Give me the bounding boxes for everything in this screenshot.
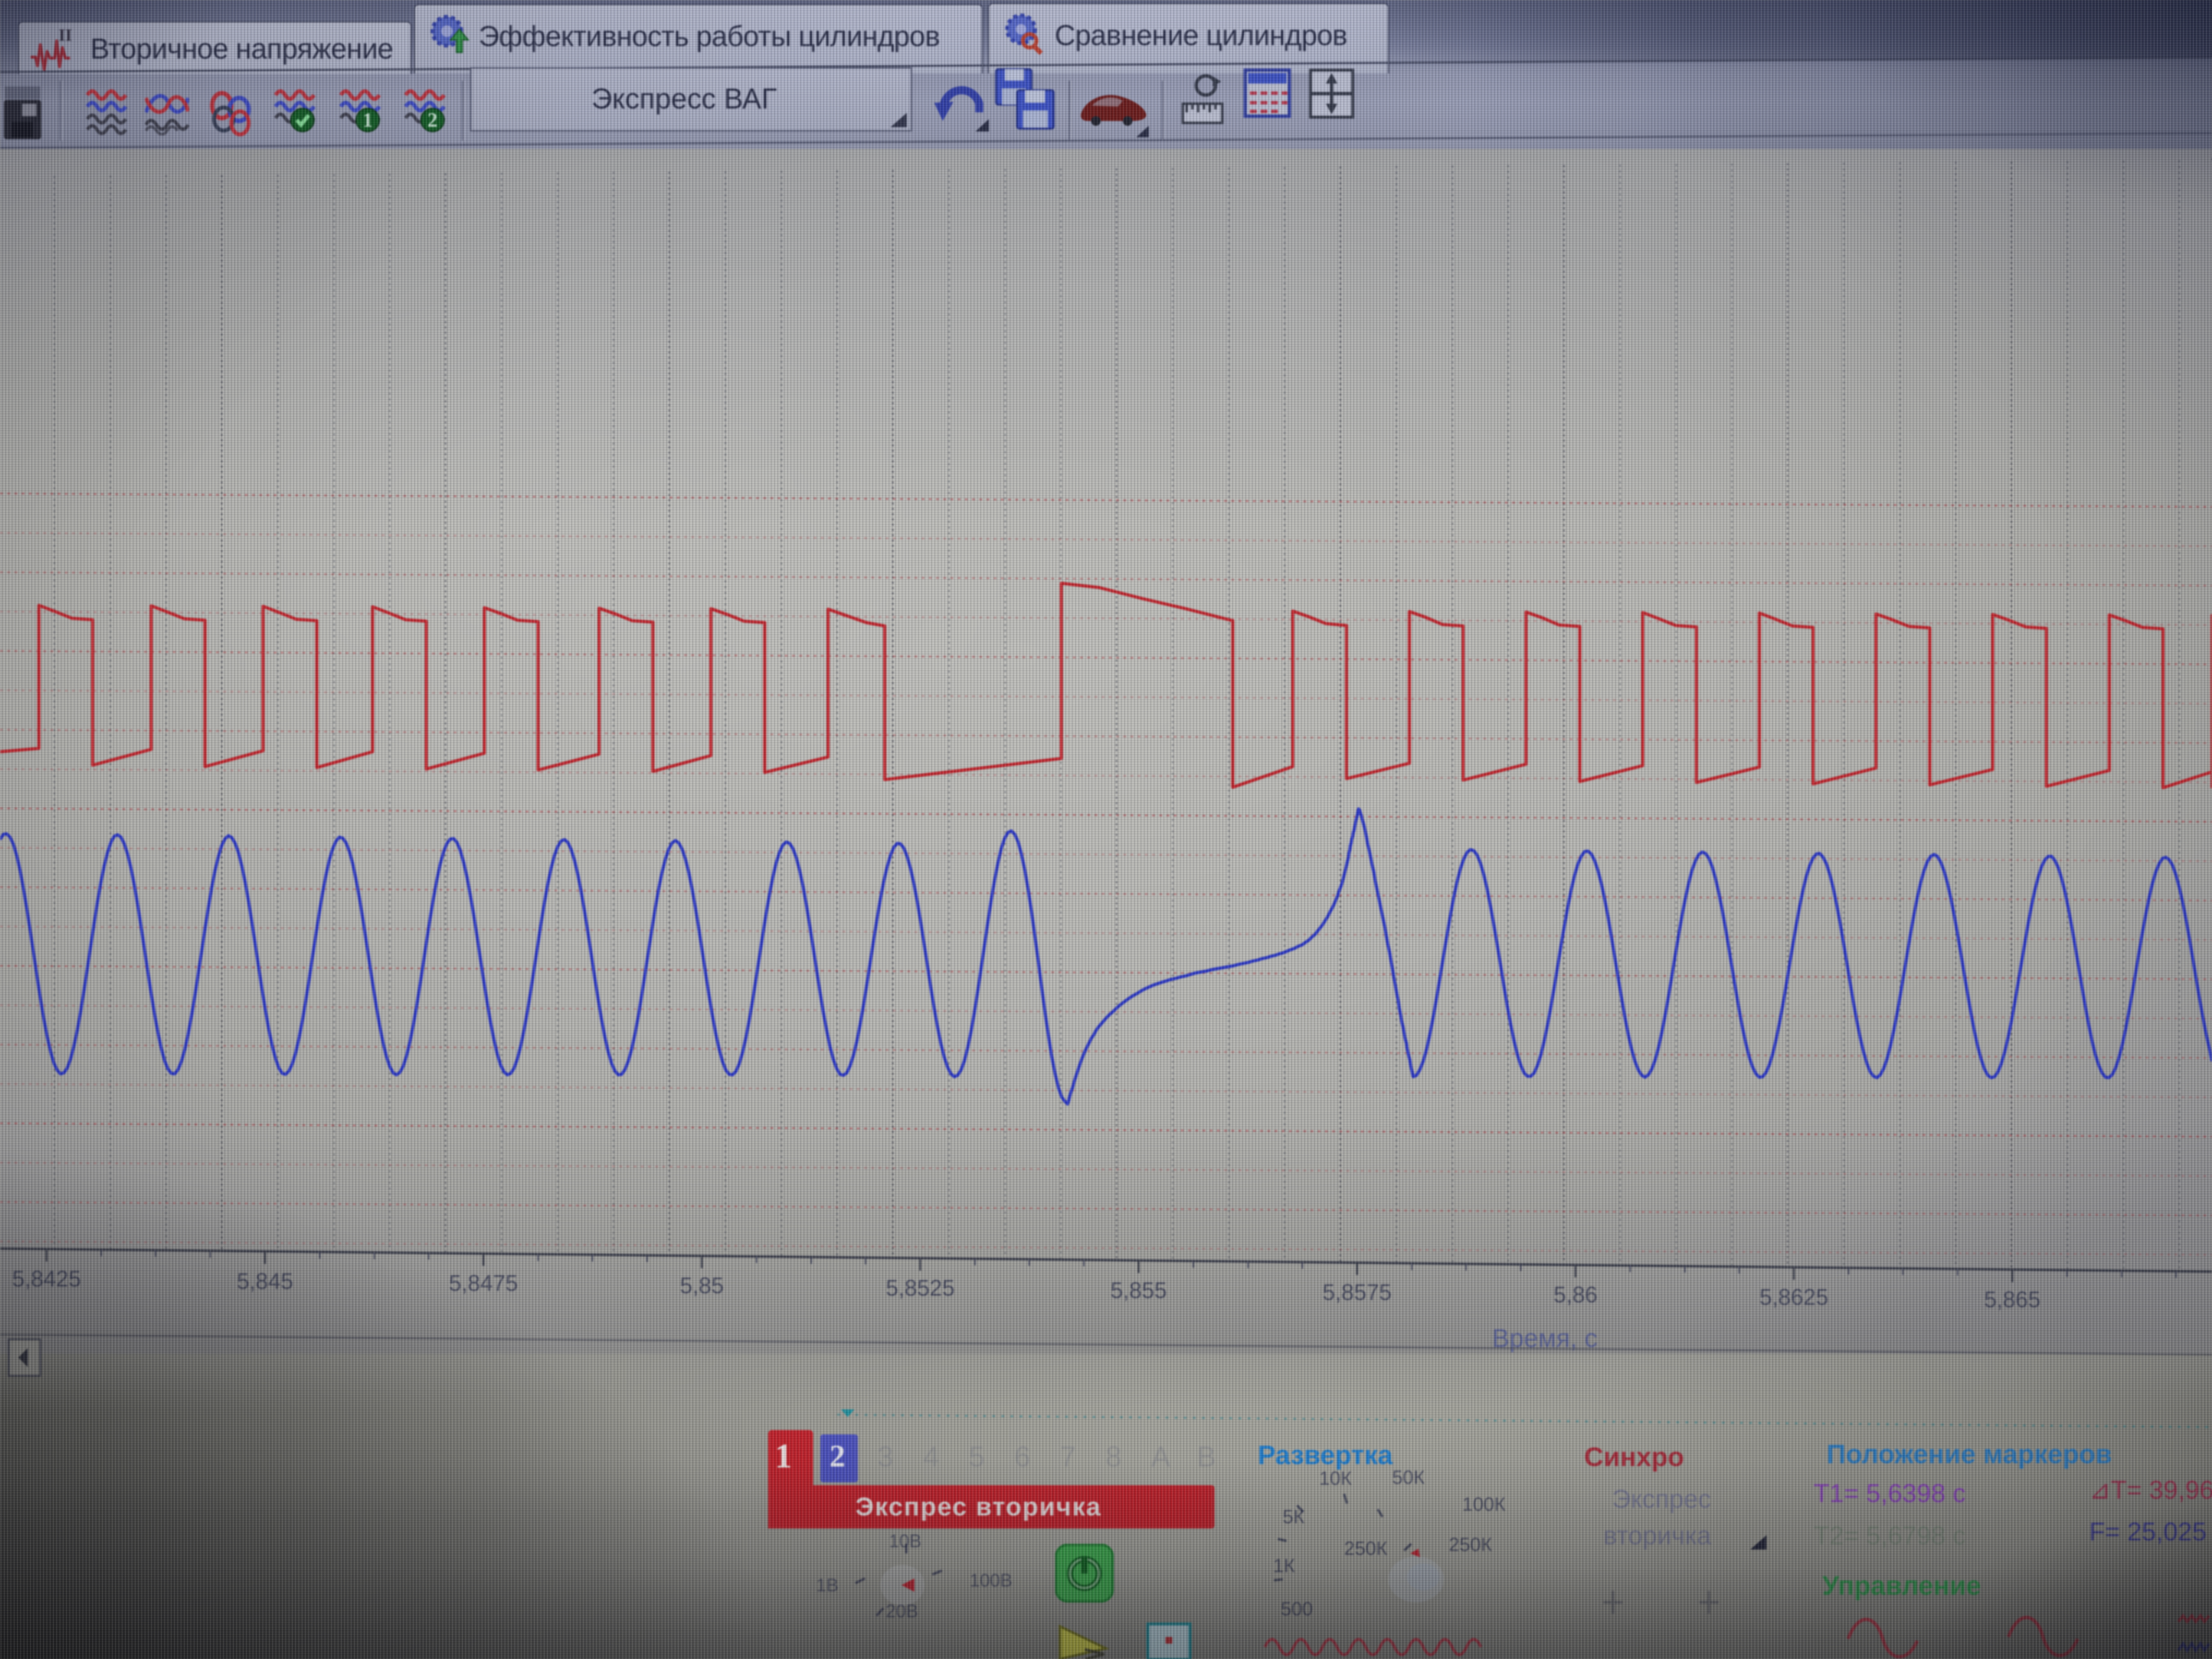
svg-text:5,8475: 5,8475	[449, 1270, 518, 1296]
svg-text:5,85: 5,85	[680, 1273, 723, 1298]
svg-text:5,845: 5,845	[237, 1268, 293, 1294]
svg-text:5,8425: 5,8425	[12, 1266, 81, 1291]
